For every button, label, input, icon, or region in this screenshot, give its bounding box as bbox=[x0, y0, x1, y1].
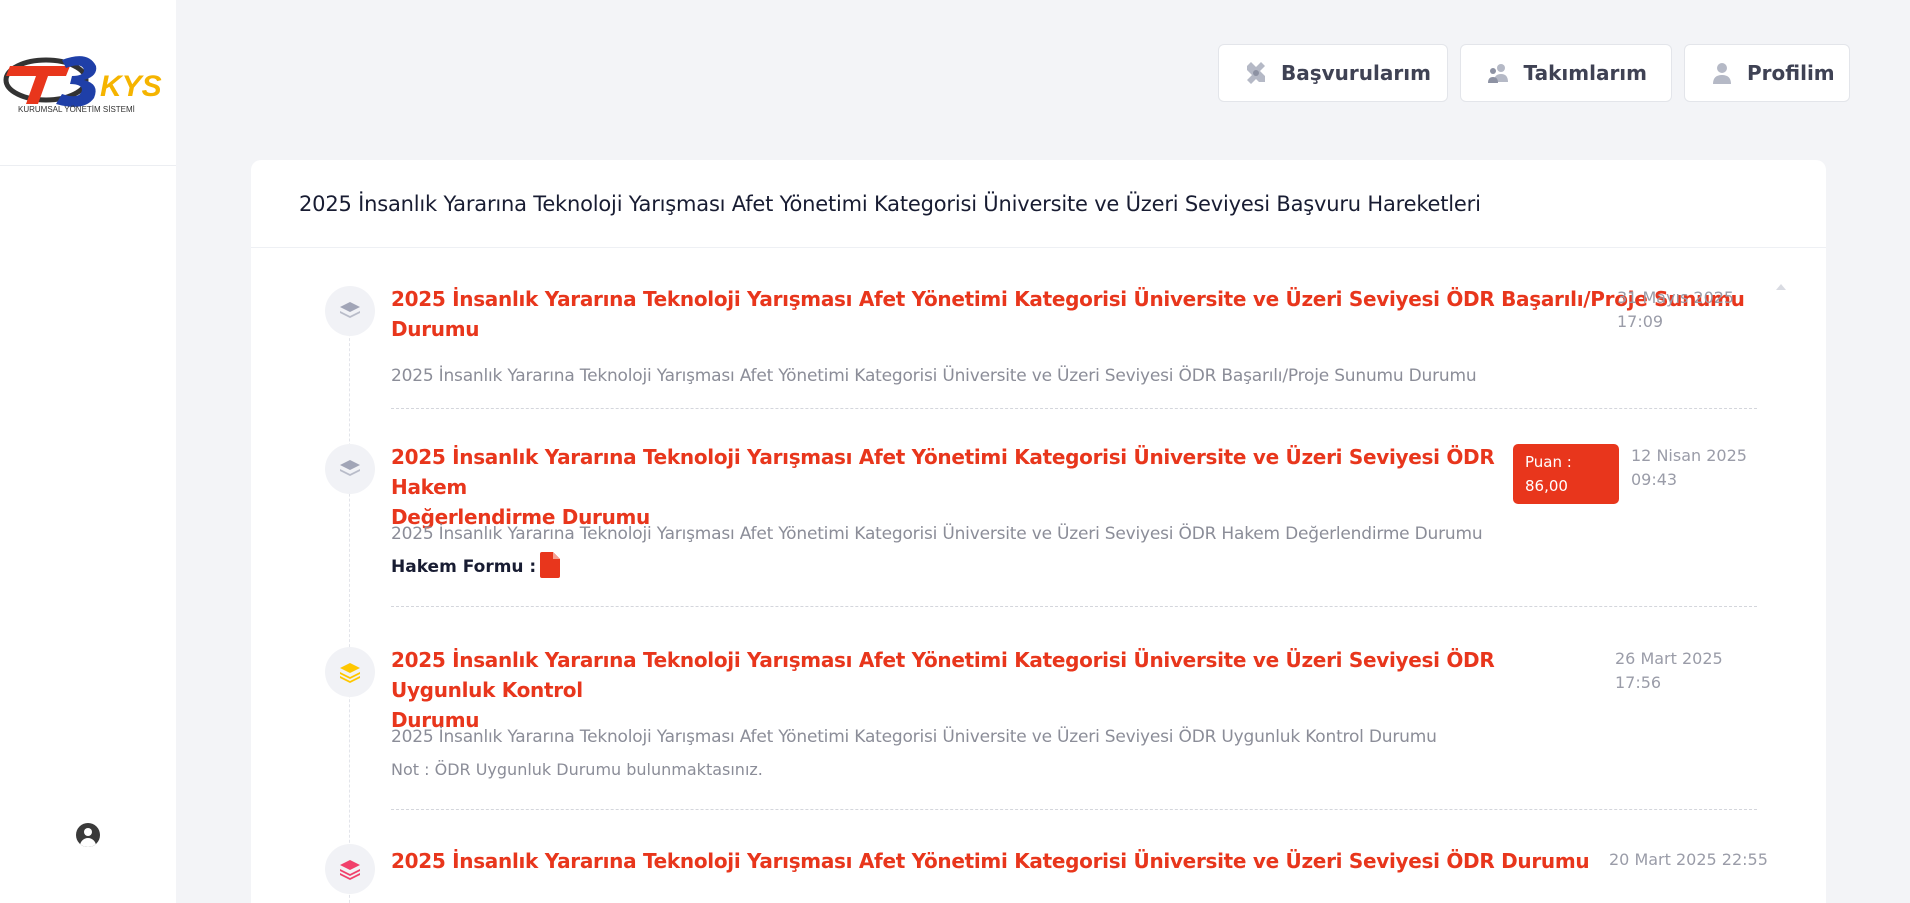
timeline-item-description: 2025 İnsanlık Yararına Teknoloji Yarışma… bbox=[391, 366, 1477, 386]
timeline[interactable]: 2025 İnsanlık Yararına Teknoloji Yarışma… bbox=[251, 248, 1826, 903]
layers-icon bbox=[325, 647, 375, 697]
timeline-item-description: 2025 İnsanlık Yararına Teknoloji Yarışma… bbox=[391, 727, 1437, 747]
timeline-item-date: 31 Mayıs 2025 17:09 bbox=[1617, 288, 1735, 331]
referee-form-label: Hakem Formu : bbox=[391, 557, 537, 577]
top-nav: Başvurularım Takımlarım Profilim bbox=[1218, 44, 1850, 102]
referee-form-row: Hakem Formu : bbox=[391, 552, 561, 582]
file-pdf-icon[interactable] bbox=[540, 552, 561, 582]
timeline-item-date: 26 Mart 2025 17:56 bbox=[1615, 649, 1723, 692]
profile-label: Profilim bbox=[1747, 61, 1835, 85]
timeline-item-title[interactable]: 2025 İnsanlık Yararına Teknoloji Yarışma… bbox=[391, 442, 1501, 532]
layers-icon bbox=[325, 444, 375, 494]
app-logo[interactable]: KYS KURUMSAL YÖNETİM SİSTEMİ bbox=[0, 46, 176, 122]
svg-text:KURUMSAL YÖNETİM SİSTEMİ: KURUMSAL YÖNETİM SİSTEMİ bbox=[18, 105, 135, 114]
card-header: 2025 İnsanlık Yararına Teknoloji Yarışma… bbox=[251, 160, 1826, 248]
application-history-card: 2025 İnsanlık Yararına Teknoloji Yarışma… bbox=[251, 160, 1826, 903]
user-avatar-icon[interactable] bbox=[76, 823, 100, 847]
profile-button[interactable]: Profilim bbox=[1684, 44, 1850, 102]
tools-icon bbox=[1243, 59, 1269, 87]
timeline-item-title[interactable]: 2025 İnsanlık Yararına Teknoloji Yarışma… bbox=[391, 846, 1590, 876]
sidebar: KYS KURUMSAL YÖNETİM SİSTEMİ bbox=[0, 0, 176, 903]
team-icon bbox=[1485, 59, 1512, 87]
timeline-item-note: Not : ÖDR Uygunluk Durumu bulunmaktasını… bbox=[391, 760, 763, 779]
timeline-separator bbox=[391, 809, 1757, 810]
timeline-item-date: 12 Nisan 2025 09:43 bbox=[1631, 446, 1747, 489]
timeline-separator bbox=[391, 606, 1757, 607]
teams-button[interactable]: Takımlarım bbox=[1460, 44, 1672, 102]
logo-area: KYS KURUMSAL YÖNETİM SİSTEMİ bbox=[0, 0, 176, 166]
svg-text:KYS: KYS bbox=[100, 70, 162, 103]
timeline-item-description: 2025 İnsanlık Yararına Teknoloji Yarışma… bbox=[391, 524, 1483, 544]
person-icon bbox=[1709, 59, 1735, 87]
score-badge: Puan : 86,00 bbox=[1513, 444, 1619, 504]
teams-label: Takımlarım bbox=[1523, 61, 1647, 85]
layers-icon bbox=[325, 286, 375, 336]
timeline-line bbox=[349, 288, 350, 903]
timeline-item-title[interactable]: 2025 İnsanlık Yararına Teknoloji Yarışma… bbox=[391, 284, 1745, 344]
page-title: 2025 İnsanlık Yararına Teknoloji Yarışma… bbox=[299, 191, 1481, 216]
timeline-item-date: 20 Mart 2025 22:55 bbox=[1609, 850, 1768, 869]
applications-button[interactable]: Başvurularım bbox=[1218, 44, 1448, 102]
scroll-up-arrow-icon[interactable] bbox=[1776, 284, 1786, 290]
applications-label: Başvurularım bbox=[1281, 61, 1431, 85]
timeline-item-title[interactable]: 2025 İnsanlık Yararına Teknoloji Yarışma… bbox=[391, 645, 1591, 735]
layers-icon bbox=[325, 844, 375, 894]
timeline-separator bbox=[391, 408, 1757, 409]
